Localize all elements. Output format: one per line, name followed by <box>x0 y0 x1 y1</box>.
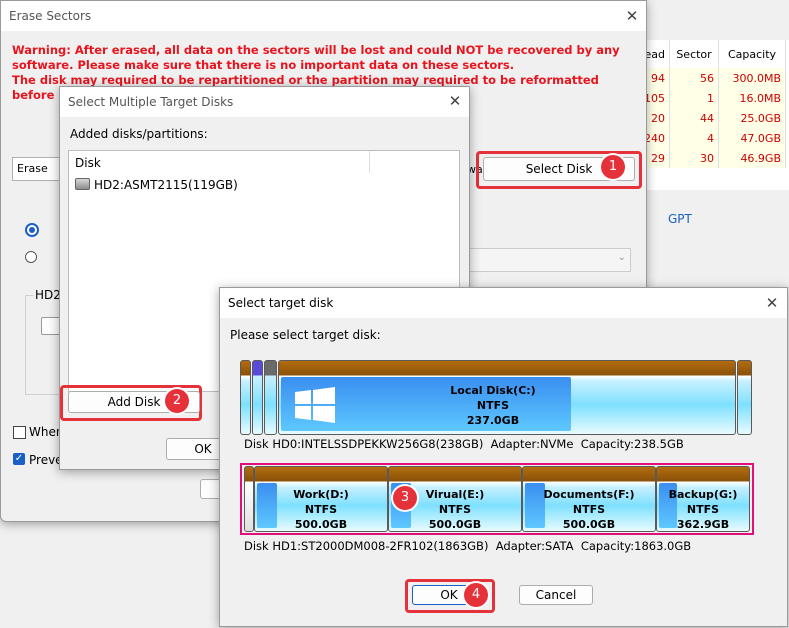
partition-fs: NTFS <box>476 399 510 412</box>
multi-title: Select Multiple Target Disks <box>68 95 234 109</box>
select-target-dialog: Select target disk ✕ Please select targe… <box>219 287 788 627</box>
checkbox-prevent[interactable]: ✓ <box>13 453 25 465</box>
table-row[interactable]: 94 56 300.0MB <box>640 68 786 88</box>
column-disk: Disk <box>75 156 101 170</box>
target-titlebar: Select target disk ✕ <box>220 288 787 318</box>
disk1-partition-reserved[interactable] <box>244 466 254 532</box>
close-icon[interactable]: ✕ <box>446 92 464 110</box>
disk1-map[interactable]: Work(D:) NTFS 500.0GB Virual(E:) NTFS 50… <box>244 466 750 532</box>
table-header: ead Sector Capacity <box>640 40 786 68</box>
partition-name: Local Disk(C:) <box>450 384 536 397</box>
table-row[interactable]: 29 30 46.9GB <box>640 148 786 168</box>
erase-title: Erase Sectors <box>9 9 92 23</box>
target-title: Select target disk <box>228 296 334 310</box>
disk1-partition-d[interactable]: Work(D:) NTFS 500.0GB <box>254 466 388 532</box>
disk0-partition-c[interactable]: Local Disk(C:) NTFS 237.0GB <box>278 360 736 435</box>
background-app: ead Sector Capacity 94 56 300.0MB 105 1 16.0… <box>640 40 789 190</box>
disk1-partition-g[interactable]: Backup(G:) NTFS 362.9GB <box>656 466 750 532</box>
disk1-info: Disk HD1:ST2000DM008-2FR102(1863GB) Adap… <box>244 539 692 553</box>
multi-titlebar: Select Multiple Target Disks ✕ <box>60 87 469 117</box>
col-capacity: Capacity <box>718 40 786 68</box>
step-badge-1: 1 <box>601 155 625 179</box>
list-item[interactable]: HD2:ASMT2115(119GB) <box>75 178 238 194</box>
chevron-down-icon: ⌄ <box>617 252 626 263</box>
col-sector: Sector <box>669 40 719 68</box>
radio-dot <box>29 227 35 233</box>
partition-size: 237.0GB <box>466 414 520 427</box>
erase-titlebar: Erase Sectors ✕ <box>1 1 646 31</box>
partition-labels: Work(D:) NTFS 500.0GB <box>293 488 349 531</box>
partition-labels: Documents(F:) NTFS 500.0GB <box>543 488 635 531</box>
disk0-info: Disk HD0:INTELSSDPEKKW256G8(238GB) Adapt… <box>244 437 684 451</box>
checkbox-when[interactable] <box>13 426 26 439</box>
added-label: Added disks/partitions: <box>70 127 208 141</box>
disk0-partition-small-2[interactable] <box>252 360 263 435</box>
erase-disk-label: Erase Dis <box>17 162 48 175</box>
disk0-partition-small-1[interactable] <box>240 360 251 435</box>
radio-selected[interactable] <box>25 223 39 237</box>
disk0-map[interactable]: Local Disk(C:) NTFS 237.0GB <box>240 360 752 435</box>
step-badge-3: 3 <box>393 486 417 510</box>
table-row[interactable]: 20 44 25.0GB <box>640 108 786 128</box>
target-cancel-button[interactable]: Cancel <box>519 585 593 605</box>
disabled-dropdown[interactable]: ⌄ <box>467 248 631 272</box>
partition-labels: Backup(G:) NTFS 362.9GB <box>668 488 738 531</box>
list-header: Disk <box>69 151 370 173</box>
gpt-label: GPT <box>668 212 692 226</box>
table-row[interactable]: 105 1 16.0MB <box>640 88 786 108</box>
close-icon[interactable]: ✕ <box>623 7 641 25</box>
close-icon[interactable]: ✕ <box>763 294 781 312</box>
list-item-label: HD2:ASMT2115(119GB) <box>94 178 238 192</box>
radio-unselected[interactable] <box>25 251 37 263</box>
partition-table: ead Sector Capacity 94 56 300.0MB 105 1 16.0… <box>640 40 786 168</box>
disk1-partition-f[interactable]: Documents(F:) NTFS 500.0GB <box>522 466 656 532</box>
target-prompt: Please select target disk: <box>230 328 381 342</box>
step-badge-4: 4 <box>464 583 488 607</box>
step-badge-2: 2 <box>165 389 189 413</box>
disk0-partition-small-3[interactable] <box>264 360 277 435</box>
disk0-partition-end[interactable] <box>737 360 752 435</box>
warning-line-1: Warning: After erased, all data on the s… <box>12 43 620 72</box>
checkbox-prevent-label: Preve <box>29 453 63 467</box>
table-row[interactable]: 240 4 47.0GB <box>640 128 786 148</box>
disk-drive-icon <box>75 178 90 190</box>
disk0-c-labels: Local Disk(C:) NTFS 237.0GB <box>279 383 735 428</box>
